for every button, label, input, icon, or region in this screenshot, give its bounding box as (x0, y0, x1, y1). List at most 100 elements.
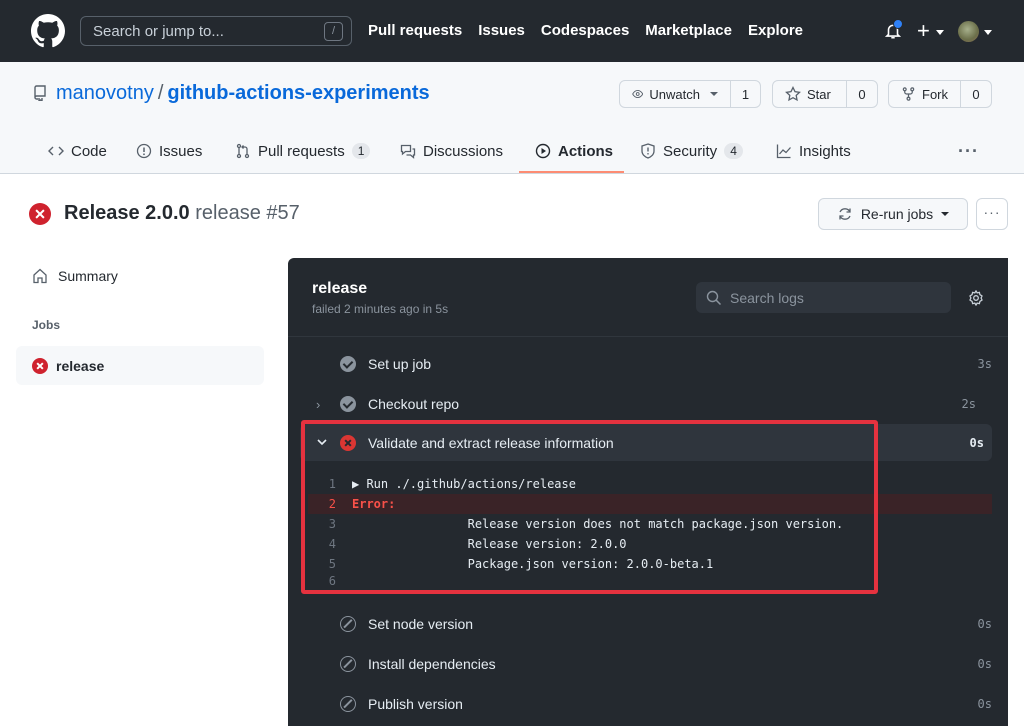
log-line-number[interactable]: 3 (308, 517, 352, 531)
global-nav: Pull requests Issues Codespaces Marketpl… (368, 22, 803, 39)
chevron-down-icon (317, 439, 327, 446)
step-label: Install dependencies (368, 656, 496, 672)
nav-explore[interactable]: Explore (748, 22, 803, 39)
log-line-number[interactable]: 2 (308, 497, 352, 511)
issue-icon (136, 143, 152, 159)
search-icon (706, 290, 722, 305)
tab-label: Issues (159, 142, 203, 160)
forks-count[interactable]: 0 (961, 81, 991, 107)
step-set-up-job[interactable]: Set up job 3s (288, 344, 992, 384)
log-line-number[interactable]: 5 (308, 557, 352, 571)
log-line-text: ▶ Run ./.github/actions/release (352, 477, 576, 491)
tab-label: Actions (558, 142, 614, 160)
avatar-caret-icon (984, 30, 992, 35)
rerun-label: Re-run jobs (860, 206, 934, 222)
log-line-number[interactable]: 4 (308, 537, 352, 551)
nav-marketplace[interactable]: Marketplace (645, 22, 732, 39)
caret-down-icon (941, 212, 950, 216)
global-search-input[interactable]: Search or jump to... / (80, 16, 352, 46)
step-install-dependencies[interactable]: Install dependencies 0s (288, 644, 992, 684)
fork-button[interactable]: Fork (889, 81, 961, 107)
caret-down-icon (710, 92, 718, 96)
log-line: 3 Release version does not match package… (308, 514, 992, 534)
tab-issues[interactable]: Issues (136, 128, 202, 174)
global-header: Search or jump to... / Pull requests Iss… (0, 0, 1024, 62)
github-logo-icon[interactable] (31, 14, 65, 48)
run-subtitle: release #57 (195, 202, 300, 224)
stars-count[interactable]: 0 (847, 81, 877, 107)
step-duration: 2s (961, 397, 976, 411)
repo-tabs: Code Issues Pull requests 1 Discussions … (0, 128, 1024, 174)
log-line: 4 Release version: 2.0.0 (308, 534, 992, 554)
step-validate-and-extract[interactable]: Validate and extract release information… (300, 424, 992, 461)
step-checkout-repo[interactable]: › Checkout repo 2s (288, 384, 992, 424)
panel-divider (288, 336, 1008, 337)
fork-icon (902, 87, 915, 101)
pull-request-icon (236, 143, 250, 159)
tab-label: Pull requests (258, 142, 345, 160)
log-line-number[interactable]: 6 (308, 574, 352, 586)
star-icon (785, 86, 801, 102)
step-publish-version[interactable]: Publish version 0s (288, 684, 992, 724)
search-logs-input[interactable]: Search logs (696, 282, 951, 313)
tab-code[interactable]: Code (48, 128, 107, 174)
star-label: Star (807, 86, 831, 102)
nav-codespaces[interactable]: Codespaces (541, 22, 629, 39)
tab-actions[interactable]: Actions (535, 128, 613, 174)
step-label: Validate and extract release information (368, 434, 614, 451)
repo-breadcrumb: manovotny / github-actions-experiments (56, 82, 430, 105)
tab-insights[interactable]: Insights (776, 128, 851, 174)
repo-name-link[interactable]: github-actions-experiments (167, 82, 429, 104)
step-failed-icon (340, 434, 356, 451)
tab-label: Security (663, 142, 718, 160)
step-skipped-icon (340, 616, 356, 632)
run-name: Release 2.0.0 (64, 202, 190, 224)
tab-pull-requests[interactable]: Pull requests 1 (235, 128, 371, 174)
home-icon (33, 268, 47, 284)
tab-label: Discussions (423, 142, 504, 160)
sidebar-item-summary[interactable]: Summary (32, 268, 118, 284)
user-avatar[interactable] (958, 21, 979, 42)
log-line-text: Release version does not match package.j… (352, 517, 844, 531)
nav-issues[interactable]: Issues (478, 22, 525, 39)
job-log-panel: release failed 2 minutes ago in 5s Searc… (288, 258, 1008, 726)
step-success-icon (340, 356, 356, 372)
notification-indicator (893, 19, 903, 29)
run-more-options-button[interactable]: ··· (976, 198, 1008, 230)
shield-icon (641, 143, 655, 159)
watchers-count[interactable]: 1 (731, 81, 760, 107)
rerun-jobs-button[interactable]: Re-run jobs (818, 198, 968, 230)
security-count-badge: 4 (724, 143, 743, 159)
step-set-node-version[interactable]: Set node version 0s (288, 604, 992, 644)
log-line-error: 2 Error: (308, 494, 992, 514)
job-title: release (312, 280, 368, 297)
chevron-right-icon: › (316, 396, 321, 412)
repo-owner-link[interactable]: manovotny (56, 82, 154, 104)
log-line-number[interactable]: 1 (308, 477, 352, 491)
log-line: 6 (308, 574, 992, 586)
step-log-output: 1 ▶ Run ./.github/actions/release 2 Error:… (308, 474, 992, 586)
job-label: release (56, 357, 105, 374)
code-icon (48, 146, 64, 156)
star-button[interactable]: Star (773, 81, 847, 107)
job-failed-icon (32, 357, 48, 374)
tab-discussions[interactable]: Discussions (400, 128, 503, 174)
gear-icon[interactable] (968, 290, 984, 306)
create-new-plus-icon[interactable]: + (917, 18, 930, 44)
step-duration: 0s (977, 617, 992, 631)
eye-icon (632, 89, 644, 99)
search-logs-placeholder: Search logs (730, 289, 804, 306)
tabs-overflow-menu-icon[interactable]: ··· (958, 128, 979, 174)
step-label: Set node version (368, 616, 474, 632)
active-tab-indicator (519, 171, 624, 173)
fork-label: Fork (922, 86, 948, 102)
log-line-text: Release version: 2.0.0 (352, 537, 627, 551)
graph-icon (776, 144, 791, 159)
tab-security[interactable]: Security 4 (640, 128, 743, 174)
unwatch-button[interactable]: Unwatch (620, 81, 731, 107)
sidebar-job-release[interactable]: release (16, 346, 264, 385)
search-placeholder: Search or jump to... (93, 22, 224, 40)
discussions-icon (400, 144, 416, 159)
search-shortcut-hint: / (324, 22, 343, 41)
nav-pull-requests[interactable]: Pull requests (368, 22, 462, 39)
